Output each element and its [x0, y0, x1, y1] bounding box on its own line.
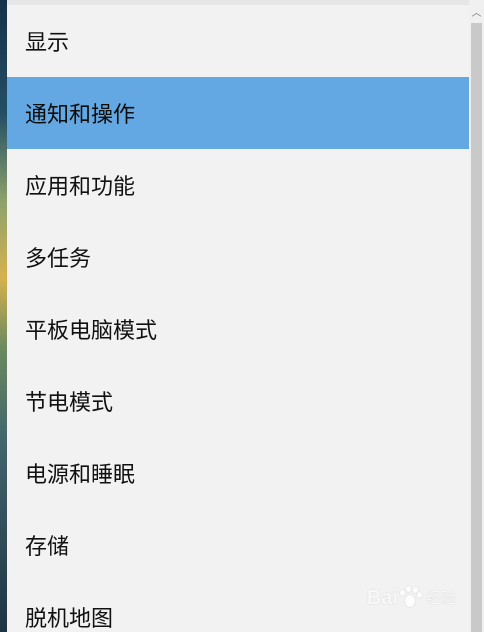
nav-item-tablet-mode[interactable]: 平板电脑模式 [7, 293, 469, 365]
nav-item-label: 存储 [25, 535, 70, 560]
vertical-scrollbar[interactable]: ︿ [469, 0, 484, 632]
nav-item-storage[interactable]: 存储 [7, 509, 469, 581]
chevron-up-icon: ︿ [471, 8, 482, 19]
scroll-up-button[interactable]: ︿ [469, 5, 484, 23]
nav-item-power-sleep[interactable]: 电源和睡眠 [7, 437, 469, 509]
settings-screen: 显示 通知和操作 应用和功能 多任务 平板电脑模式 节电模式 电源和睡眠 存储 [0, 0, 484, 632]
nav-item-label: 通知和操作 [25, 103, 136, 128]
nav-item-battery-saver[interactable]: 节电模式 [7, 365, 469, 437]
settings-navigation-list: 显示 通知和操作 应用和功能 多任务 平板电脑模式 节电模式 电源和睡眠 存储 [7, 5, 469, 632]
nav-item-label: 节电模式 [25, 391, 114, 416]
nav-item-offline-maps[interactable]: 脱机地图 [7, 581, 469, 632]
nav-item-label: 平板电脑模式 [25, 319, 158, 344]
nav-item-label: 脱机地图 [25, 607, 114, 632]
desktop-background-strip [0, 0, 7, 632]
nav-item-label: 电源和睡眠 [25, 463, 136, 488]
settings-window: 显示 通知和操作 应用和功能 多任务 平板电脑模式 节电模式 电源和睡眠 存储 [7, 0, 484, 632]
nav-item-label: 多任务 [25, 247, 92, 272]
nav-item-notifications-actions[interactable]: 通知和操作 [7, 77, 469, 149]
nav-item-label: 显示 [25, 31, 70, 56]
nav-item-label: 应用和功能 [25, 175, 136, 200]
scroll-thumb[interactable] [471, 23, 482, 632]
nav-item-display[interactable]: 显示 [7, 5, 469, 77]
nav-item-apps-features[interactable]: 应用和功能 [7, 149, 469, 221]
nav-item-multitasking[interactable]: 多任务 [7, 221, 469, 293]
